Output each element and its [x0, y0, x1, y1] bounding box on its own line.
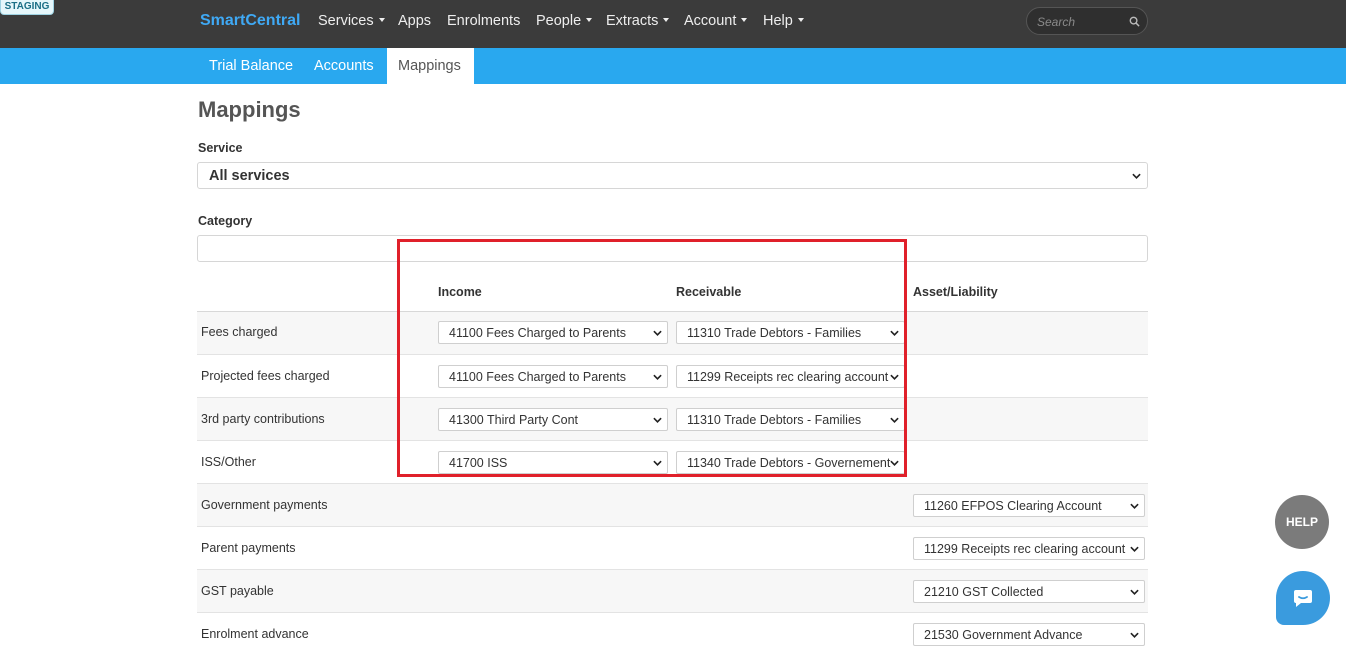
caret-down-icon: [741, 18, 748, 23]
income-select-value: 41100 Fees Charged to Parents: [449, 326, 626, 340]
chevron-down-icon: [890, 374, 899, 380]
asset-select-value: 11260 EFPOS Clearing Account: [924, 499, 1102, 513]
receivable-select-value: 11299 Receipts rec clearing account: [687, 370, 889, 384]
header-income: Income: [438, 285, 482, 299]
tab-mappings[interactable]: Mappings: [387, 48, 474, 84]
nav-people[interactable]: People: [536, 13, 593, 29]
asset-select-value: 21530 Government Advance: [924, 628, 1083, 642]
row-label: 3rd party contributions: [201, 412, 325, 426]
chevron-down-icon: [890, 330, 899, 336]
top-navbar: SmartCentral Services Apps Enrolments Pe…: [0, 0, 1346, 48]
category-input[interactable]: [197, 235, 1148, 262]
table-row: Projected fees charged 41100 Fees Charge…: [197, 355, 1148, 398]
asset-liability-select[interactable]: 21210 GST Collected: [913, 580, 1145, 603]
category-label: Category: [198, 214, 253, 228]
caret-down-icon: [586, 18, 593, 23]
nav-account[interactable]: Account: [684, 13, 748, 29]
chevron-down-icon: [1130, 589, 1139, 595]
row-label: Enrolment advance: [201, 627, 309, 641]
income-select[interactable]: 41700 ISS: [438, 451, 668, 474]
row-label: Parent payments: [201, 541, 296, 555]
chevron-down-icon: [653, 460, 662, 466]
chevron-down-icon: [653, 330, 662, 336]
chat-button[interactable]: [1276, 571, 1330, 625]
row-label: ISS/Other: [201, 455, 256, 469]
income-select[interactable]: 41100 Fees Charged to Parents: [438, 321, 668, 344]
table-row: Parent payments 11299 Receipts rec clear…: [197, 527, 1148, 570]
caret-down-icon: [797, 18, 804, 23]
tab-trial-balance[interactable]: Trial Balance: [198, 48, 304, 84]
chevron-down-icon: [1130, 546, 1139, 552]
table-row: Fees charged 41100 Fees Charged to Paren…: [197, 312, 1148, 355]
asset-liability-select[interactable]: 11260 EFPOS Clearing Account: [913, 494, 1145, 517]
chevron-down-icon: [1130, 632, 1139, 638]
table-row: 3rd party contributions 41300 Third Part…: [197, 398, 1148, 441]
service-select-value: All services: [209, 168, 290, 184]
income-select-value: 41300 Third Party Cont: [449, 413, 579, 427]
service-label: Service: [198, 141, 243, 155]
page-title: Mappings: [198, 97, 301, 122]
receivable-select-value: 11310 Trade Debtors - Families: [687, 413, 862, 427]
brand-logo[interactable]: SmartCentral: [200, 12, 300, 30]
row-label: Fees charged: [201, 325, 278, 339]
help-button[interactable]: HELP: [1275, 495, 1329, 549]
chevron-down-icon: [890, 417, 899, 423]
income-select-value: 41100 Fees Charged to Parents: [449, 370, 626, 384]
receivable-select[interactable]: 11310 Trade Debtors - Families: [676, 321, 905, 344]
table-row: Enrolment advance 21530 Government Advan…: [197, 613, 1148, 656]
table-header: Income Receivable Asset/Liability: [197, 270, 1148, 312]
search-input[interactable]: [1037, 13, 1127, 31]
row-label: Projected fees charged: [201, 369, 330, 383]
caret-down-icon: [663, 18, 670, 23]
nav-apps[interactable]: Apps: [398, 13, 431, 29]
caret-down-icon: [378, 18, 385, 23]
table-row: Government payments 11260 EFPOS Clearing…: [197, 484, 1148, 527]
search-icon[interactable]: [1129, 16, 1140, 27]
tab-accounts[interactable]: Accounts: [303, 48, 385, 84]
nav-extracts[interactable]: Extracts: [606, 13, 670, 29]
receivable-select-value: 11310 Trade Debtors - Families: [687, 326, 862, 340]
chevron-down-icon: [653, 374, 662, 380]
table-row: GST payable 21210 GST Collected: [197, 570, 1148, 613]
asset-select-value: 21210 GST Collected: [924, 585, 1044, 599]
chevron-down-icon: [1130, 503, 1139, 509]
receivable-select[interactable]: 11310 Trade Debtors - Families: [676, 408, 905, 431]
asset-select-value: 11299 Receipts rec clearing account: [924, 542, 1126, 556]
chevron-down-icon: [653, 417, 662, 423]
header-receivable: Receivable: [676, 285, 742, 299]
income-select-value: 41700 ISS: [449, 456, 508, 470]
sub-navbar: Trial Balance Accounts Mappings: [0, 48, 1346, 84]
chevron-down-icon: [1132, 173, 1141, 179]
staging-badge: STAGING: [0, 0, 54, 15]
receivable-select[interactable]: 11299 Receipts rec clearing account: [676, 365, 905, 388]
table-row: ISS/Other 41700 ISS 11340 Trade Debtors …: [197, 441, 1148, 484]
receivable-select-value: 11340 Trade Debtors - Governement: [687, 456, 891, 470]
search-box: [1026, 7, 1148, 35]
nav-services[interactable]: Services: [318, 13, 385, 29]
service-select[interactable]: All services: [197, 162, 1148, 189]
nav-help[interactable]: Help: [763, 13, 804, 29]
chevron-down-icon: [890, 460, 899, 466]
receivable-select[interactable]: 11340 Trade Debtors - Governement: [676, 451, 905, 474]
chat-icon: [1294, 590, 1312, 607]
nav-enrolments[interactable]: Enrolments: [447, 13, 520, 29]
row-label: Government payments: [201, 498, 328, 512]
header-asset-liability: Asset/Liability: [913, 285, 998, 299]
asset-liability-select[interactable]: 11299 Receipts rec clearing account: [913, 537, 1145, 560]
income-select[interactable]: 41300 Third Party Cont: [438, 408, 668, 431]
income-select[interactable]: 41100 Fees Charged to Parents: [438, 365, 668, 388]
asset-liability-select[interactable]: 21530 Government Advance: [913, 623, 1145, 646]
row-label: GST payable: [201, 584, 274, 598]
